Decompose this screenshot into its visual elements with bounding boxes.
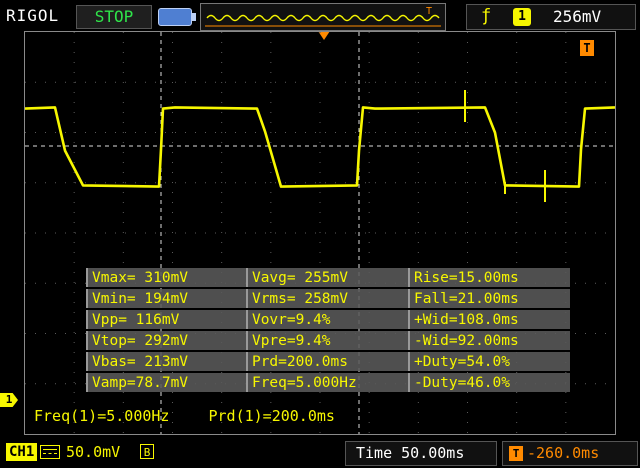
run-stop-indicator[interactable]: STOP <box>76 5 152 29</box>
frequency-readout: Freq(1)=5.000Hz Prd(1)=200.0ms <box>34 407 365 425</box>
measurement-cell: Vavg= 255mV <box>245 268 408 287</box>
measurement-cell: Vtop= 292mV <box>86 331 246 350</box>
measurement-cell: Vbas= 213mV <box>86 352 246 371</box>
bottom-status-bar: CH1 50.0mV B Time 50.00ms T -260.0ms <box>0 436 640 468</box>
measurement-row: Vmin= 194mV Vrms= 258mV Fall=21.00ms <box>86 289 570 308</box>
trigger-settings[interactable]: ƒ 1 256mV <box>466 4 636 30</box>
measurement-row: Vbas= 213mV Prd=200.0ms +Duty=54.0% <box>86 352 570 371</box>
memory-overview-wave-icon: T <box>205 6 441 27</box>
bandwidth-limit-badge: B <box>140 444 154 459</box>
timebase-value: Time 50.00ms <box>356 444 465 462</box>
measurement-cell: Vamp=78.7mV <box>86 373 246 392</box>
trigger-offset-box[interactable]: T -260.0ms <box>502 441 638 466</box>
trigger-level-marker[interactable]: T <box>580 40 594 56</box>
dc-coupling-icon <box>40 445 60 459</box>
measurement-cell: Prd=200.0ms <box>245 352 408 371</box>
frequency-value: Freq(1)=5.000Hz <box>34 407 170 425</box>
trigger-offset-icon: T <box>509 446 523 461</box>
measurement-cell: -Wid=92.00ms <box>407 331 570 350</box>
waveform-memory-overview[interactable]: T <box>200 3 446 31</box>
memory-depth-icon <box>158 8 196 26</box>
measurement-cell: Fall=21.00ms <box>407 289 570 308</box>
top-status-bar: RIGOL STOP T ƒ 1 256mV <box>0 0 640 32</box>
measurement-cell: Vrms= 258mV <box>245 289 408 308</box>
measurement-row: Vpp= 116mV Vovr=9.4% +Wid=108.0ms <box>86 310 570 329</box>
trigger-source-badge: 1 <box>513 8 531 26</box>
measurement-cell: Vmin= 194mV <box>86 289 246 308</box>
measurement-panel: Vmax= 310mV Vavg= 255mV Rise=15.00ms Vmin= … <box>86 266 570 394</box>
measurement-row: Vmax= 310mV Vavg= 255mV Rise=15.00ms <box>86 268 570 287</box>
channel1-offset-marker[interactable]: 1 <box>0 393 18 407</box>
measurement-row: Vtop= 292mV Vpre=9.4% -Wid=92.00ms <box>86 331 570 350</box>
channel1-label[interactable]: CH1 <box>6 443 38 461</box>
svg-text:T: T <box>426 6 432 17</box>
rising-edge-trigger-icon: ƒ <box>481 6 492 26</box>
measurement-cell: +Wid=108.0ms <box>407 310 570 329</box>
vertical-scale[interactable]: 50.0mV <box>66 443 120 461</box>
brand-logo: RIGOL <box>6 6 60 25</box>
measurement-cell: Freq=5.000Hz <box>245 373 408 392</box>
measurement-row: Vamp=78.7mV Freq=5.000Hz -Duty=46.0% <box>86 373 570 392</box>
timebase-box[interactable]: Time 50.00ms <box>345 441 497 466</box>
measurement-cell: Vovr=9.4% <box>245 310 408 329</box>
measurement-cell: Vmax= 310mV <box>86 268 246 287</box>
measurement-cell: Rise=15.00ms <box>407 268 570 287</box>
measurement-cell: Vpp= 116mV <box>86 310 246 329</box>
trigger-offset-value: -260.0ms <box>527 444 600 462</box>
measurement-cell: Vpre=9.4% <box>245 331 408 350</box>
measurement-cell: +Duty=54.0% <box>407 352 570 371</box>
trigger-level: 256mV <box>553 7 602 26</box>
measurement-cell: -Duty=46.0% <box>407 373 570 392</box>
period-value: Prd(1)=200.0ms <box>208 407 335 425</box>
